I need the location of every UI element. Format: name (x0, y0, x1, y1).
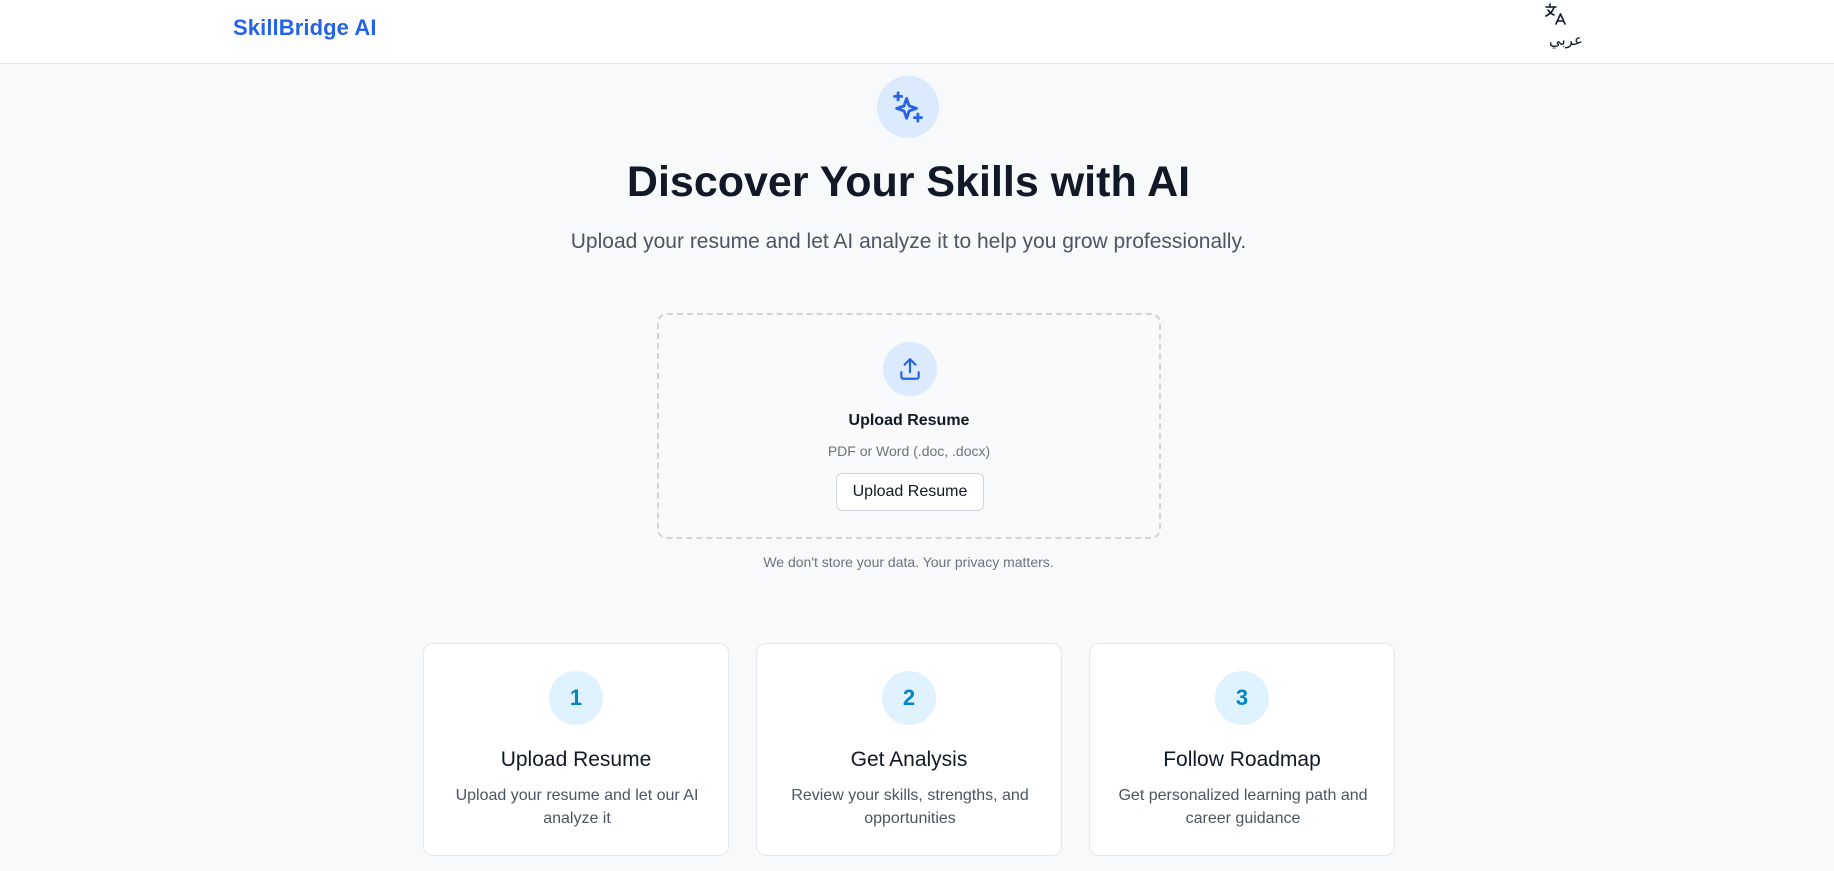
resume-dropzone[interactable]: Upload Resume PDF or Word (.doc, .docx) … (657, 313, 1161, 539)
step-number: 1 (549, 671, 603, 725)
upload-icon (900, 358, 920, 380)
upload-resume-button[interactable]: Upload Resume (836, 473, 984, 511)
step-description: Get personalized learning path and caree… (1118, 787, 1368, 827)
step-title: Follow Roadmap (1163, 748, 1321, 771)
dropzone-formats: PDF or Word (.doc, .docx) (827, 443, 991, 459)
language-toggle[interactable]: عربي (1545, 2, 1585, 52)
step-title: Get Analysis (850, 748, 968, 771)
step-title: Upload Resume (500, 748, 652, 771)
upload-badge (883, 342, 937, 396)
sparkles-icon (893, 91, 923, 123)
step-description: Review your skills, strengths, and oppor… (791, 787, 1029, 827)
brand-logo[interactable]: SkillBridge AI (233, 15, 377, 41)
hero-badge (877, 76, 939, 138)
translate-icon (1545, 3, 1566, 25)
privacy-note: We don't store your data. Your privacy m… (763, 554, 1054, 570)
page-title: Discover Your Skills with AI (626, 158, 1191, 206)
dropzone-title: Upload Resume (848, 412, 970, 429)
step-number: 3 (1215, 671, 1269, 725)
step-number: 2 (882, 671, 936, 725)
top-navbar: SkillBridge AI عربي (0, 0, 1834, 64)
step-description: Upload your resume and let our AI analyz… (455, 787, 699, 827)
step-card: 2 Get Analysis Review your skills, stren… (756, 643, 1062, 856)
language-label: عربي (1549, 31, 1583, 49)
page-subtitle: Upload your resume and let AI analyze it… (570, 230, 1247, 253)
step-card: 3 Follow Roadmap Get personalized learni… (1089, 643, 1395, 856)
step-card: 1 Upload Resume Upload your resume and l… (423, 643, 729, 856)
